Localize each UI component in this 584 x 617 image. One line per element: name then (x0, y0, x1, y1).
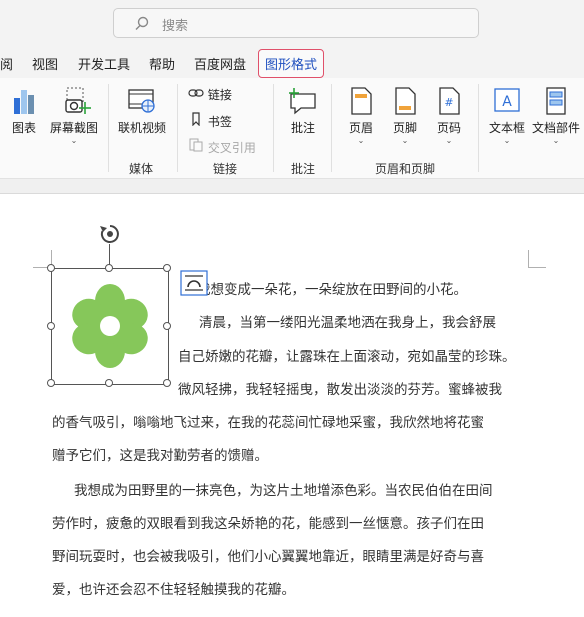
title-bar: 搜索 (0, 0, 584, 46)
link-button[interactable]: 链接 (188, 86, 232, 103)
ribbon: 图表 屏幕截图 ⌄ 联机视频 媒体 链接 书签 交叉引用 链接 批注 批注 页眉… (0, 78, 584, 179)
text-box-icon: A (494, 88, 520, 112)
text-line: 我想成为田野里的一抹亮色，为这片土地增添色彩。当农民伯伯在田间 (74, 483, 493, 499)
link-icon (188, 89, 204, 97)
cross-reference-icon (189, 138, 203, 152)
screenshot-button[interactable]: 屏幕截图 ⌄ (48, 86, 100, 146)
cross-reference-button[interactable]: 交叉引用 (188, 138, 256, 156)
comment-button[interactable]: 批注 (283, 86, 323, 136)
resize-handle[interactable] (47, 264, 55, 272)
group-label-header-footer: 页眉和页脚 (375, 162, 436, 176)
footer-button[interactable]: 页脚 ⌄ (385, 86, 425, 146)
tab-view[interactable]: 视图 (32, 54, 58, 73)
svg-text:A: A (502, 94, 512, 110)
tab-baidu-netdisk[interactable]: 百度网盘 (194, 54, 246, 73)
crop-mark (528, 250, 529, 267)
separator (177, 84, 178, 172)
search-placeholder: 搜索 (162, 19, 189, 34)
footer-icon (395, 87, 416, 115)
text-line: 劳作时，疲惫的双眼看到我这朵娇艳的花，能感到一丝惬意。孩子们在田 (52, 516, 484, 532)
search-icon (135, 16, 149, 30)
text-box-button[interactable]: A 文本框 ⌄ (486, 86, 528, 146)
header-icon (351, 87, 372, 115)
resize-handle[interactable] (163, 264, 171, 272)
separator (273, 84, 274, 172)
text-line: 清晨，当第一缕阳光温柔地洒在我身上，我会舒展 (199, 315, 496, 331)
svg-text:#: # (444, 96, 453, 109)
chevron-down-icon: ⌄ (70, 136, 78, 145)
chevron-down-icon: ⌄ (445, 136, 453, 145)
tab-help[interactable]: 帮助 (149, 54, 175, 73)
bookmark-button[interactable]: 书签 (188, 112, 232, 130)
bookmark-icon (192, 112, 200, 127)
header-button[interactable]: 页眉 ⌄ (341, 86, 381, 146)
crop-mark (528, 267, 546, 268)
text-line: 自己娇嫩的花瓣，让露珠在上面滚动，宛如晶莹的珍珠。 (178, 349, 516, 365)
text-line: 我想变成一朵花，一朵绽放在田野间的小花。 (197, 282, 467, 298)
group-label-comments: 批注 (291, 162, 316, 176)
resize-handle[interactable] (105, 379, 113, 387)
page-number-button[interactable]: # 页码 ⌄ (429, 86, 469, 146)
text-line: 野间玩耍时，也会被我吸引，他们小心翼翼地靠近，眼睛里满是好奇与喜 (52, 549, 484, 565)
chevron-down-icon: ⌄ (552, 136, 560, 145)
flower-shape[interactable] (70, 283, 150, 369)
chevron-down-icon: ⌄ (357, 136, 365, 145)
text-line: 爱，也许还会忍不住轻轻触摸我的花瓣。 (52, 582, 295, 598)
selected-shape-frame[interactable] (51, 268, 169, 385)
separator (331, 84, 332, 172)
resize-handle[interactable] (47, 322, 55, 330)
resize-handle[interactable] (163, 379, 171, 387)
text-line: 赠予它们，这是我对勤劳者的馈赠。 (52, 448, 268, 464)
chevron-down-icon: ⌄ (503, 136, 511, 145)
ribbon-tabs: 阅 视图 开发工具 帮助 百度网盘 图形格式 (0, 46, 584, 78)
text-line: 微风轻拂，我轻轻摇曳，散发出淡淡的芬芳。蜜蜂被我 (178, 382, 502, 398)
separator (478, 84, 479, 172)
online-video-button[interactable]: 联机视频 (114, 86, 170, 136)
tab-review[interactable]: 阅 (0, 54, 13, 73)
layout-options-icon[interactable] (180, 270, 208, 296)
comment-icon (289, 88, 316, 115)
chevron-down-icon: ⌄ (401, 136, 409, 145)
resize-handle[interactable] (47, 379, 55, 387)
video-globe-icon (128, 89, 155, 113)
tab-developer[interactable]: 开发工具 (78, 54, 130, 73)
separator (108, 84, 109, 172)
tab-shape-format[interactable]: 图形格式 (258, 49, 325, 78)
group-label-media: 媒体 (129, 162, 154, 176)
group-label-links: 链接 (213, 162, 238, 176)
rotate-handle-icon[interactable] (98, 222, 122, 246)
resize-handle[interactable] (105, 264, 113, 272)
page-number-icon: # (439, 87, 460, 115)
chart-icon (14, 90, 34, 114)
chart-button[interactable]: 图表 (6, 86, 42, 136)
document-parts-button[interactable]: 文档部件 ⌄ (530, 86, 582, 146)
resize-handle[interactable] (163, 322, 171, 330)
document-parts-icon (546, 87, 566, 115)
screenshot-icon (65, 87, 91, 114)
search-box[interactable]: 搜索 (113, 8, 479, 38)
text-line: 的香气吸引，嗡嗡地飞过来，在我的花蕊间忙碌地采蜜，我欣然地将花蜜 (52, 415, 484, 431)
ribbon-document-gap (0, 179, 584, 193)
